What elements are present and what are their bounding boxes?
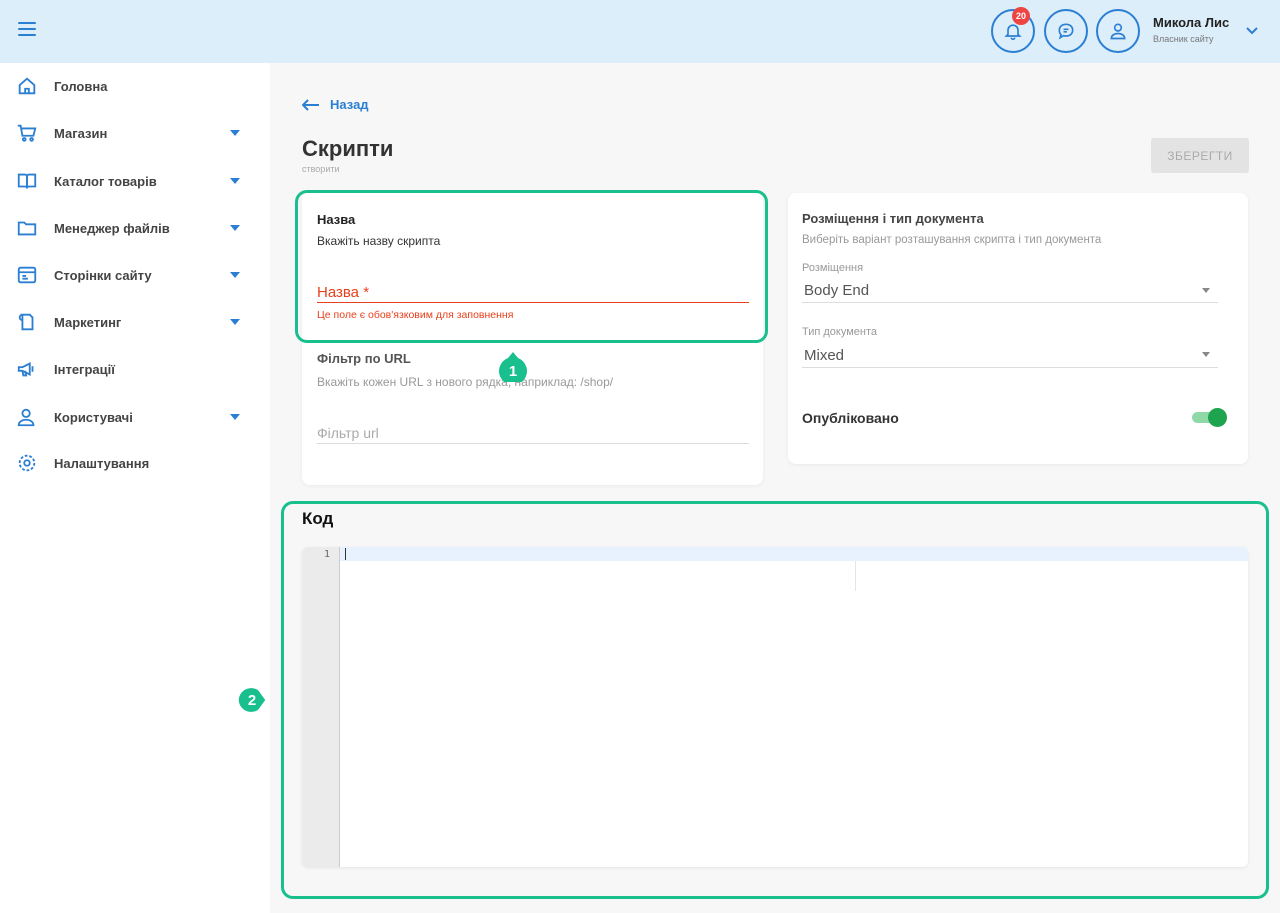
url-filter-input[interactable]: Фільтр url xyxy=(317,425,379,441)
sidebar-item-users[interactable]: Користувачі xyxy=(0,397,270,437)
page-title: Скрипти xyxy=(302,136,394,161)
sidebar-item-label: Магазин xyxy=(54,125,108,141)
user-name: Микола Лис xyxy=(1153,15,1230,30)
caret-down-icon xyxy=(1202,288,1210,293)
pages-icon xyxy=(17,266,37,284)
sidebar-item-label: Сторінки сайту xyxy=(54,267,152,283)
sidebar-item-label: Маркетинг xyxy=(54,314,122,330)
name-input-underline xyxy=(317,302,749,303)
code-editor[interactable]: 1 xyxy=(302,547,1248,867)
arrow-left-icon xyxy=(302,98,319,111)
caret-down-icon xyxy=(230,130,240,136)
sidebar-item-shop[interactable]: Магазин xyxy=(0,113,270,153)
placement-label: Розміщення xyxy=(802,262,864,274)
chevron-down-icon[interactable] xyxy=(1244,24,1260,38)
user-icon xyxy=(1110,23,1126,40)
annotation-marker-1-label: 1 xyxy=(508,362,518,380)
published-label: Опубліковано xyxy=(802,410,899,426)
sidebar-item-file-manager[interactable]: Менеджер файлів xyxy=(0,208,270,248)
caret-down-icon xyxy=(230,272,240,278)
back-label: Назад xyxy=(330,97,369,112)
folder-icon xyxy=(17,221,37,236)
cart-icon xyxy=(17,124,37,142)
name-error: Це поле є обов'язковим для заповнення xyxy=(317,309,514,321)
sidebar-item-label: Інтеграції xyxy=(54,361,115,377)
url-filter-underline xyxy=(317,443,749,444)
name-input[interactable]: Назва * xyxy=(317,284,369,301)
sidebar-item-catalog[interactable]: Каталог товарів xyxy=(0,161,270,201)
published-toggle[interactable] xyxy=(1192,408,1227,427)
sidebar: Головна Магазин Каталог товарів Менеджер… xyxy=(0,63,270,913)
save-button[interactable]: ЗБЕРЕГТИ xyxy=(1151,138,1249,173)
print-margin xyxy=(855,561,856,591)
caret-down-icon xyxy=(230,225,240,231)
caret-down-icon xyxy=(230,178,240,184)
messages-button[interactable] xyxy=(1044,9,1088,53)
sidebar-item-integrations[interactable]: Інтеграції xyxy=(0,349,270,389)
doctype-value: Mixed xyxy=(804,347,845,364)
url-filter-title: Фільтр по URL xyxy=(317,351,411,366)
sidebar-item-label: Головна xyxy=(54,78,108,94)
chat-icon xyxy=(1058,23,1074,40)
name-url-card: Назва Вкажіть назву скрипта Назва * Це п… xyxy=(302,192,763,485)
megaphone-icon xyxy=(17,362,34,377)
users-icon xyxy=(17,408,35,427)
menu-icon[interactable] xyxy=(18,22,36,38)
book-icon xyxy=(17,173,37,189)
sidebar-item-label: Користувачі xyxy=(54,409,133,425)
sidebar-item-marketing[interactable]: Маркетинг xyxy=(0,302,270,342)
sidebar-item-home[interactable]: Головна xyxy=(0,66,270,106)
sidebar-item-site-pages[interactable]: Сторінки сайту xyxy=(0,255,270,295)
placement-description: Виберіть варіант розташування скрипта і … xyxy=(802,234,1102,246)
sidebar-item-label: Каталог товарів xyxy=(54,173,157,189)
marketing-icon xyxy=(18,313,34,331)
notifications-button[interactable]: 20 xyxy=(991,7,1035,53)
caret-down-icon xyxy=(230,414,240,420)
active-line xyxy=(340,547,1248,561)
caret-down-icon xyxy=(1202,352,1210,357)
sidebar-item-label: Менеджер файлів xyxy=(54,220,170,236)
page-subtitle: створити xyxy=(302,164,340,174)
profile-button[interactable] xyxy=(1096,9,1140,53)
caret-down-icon xyxy=(230,319,240,325)
home-icon xyxy=(18,77,36,95)
user-role: Власник сайту xyxy=(1153,34,1214,44)
sidebar-item-label: Налаштування xyxy=(54,455,150,471)
line-number: 1 xyxy=(323,549,330,560)
editor-gutter: 1 xyxy=(302,547,340,867)
notifications-badge: 20 xyxy=(1012,7,1030,25)
doctype-label: Тип документа xyxy=(802,326,878,338)
name-title: Назва xyxy=(317,212,356,227)
back-link[interactable]: Назад xyxy=(302,97,369,112)
name-description: Вкажіть назву скрипта xyxy=(317,234,441,248)
placement-card: Розміщення і тип документа Виберіть варі… xyxy=(788,193,1248,464)
top-bar: 20 Микола Лис Власник сайту xyxy=(0,0,1280,63)
code-title: Код xyxy=(302,509,334,528)
annotation-marker-2-label: 2 xyxy=(247,691,257,709)
sidebar-item-settings[interactable]: Налаштування xyxy=(0,443,270,483)
doctype-underline xyxy=(802,367,1218,368)
settings-icon xyxy=(18,454,36,472)
url-filter-description: Вкажіть кожен URL з нового рядка, наприк… xyxy=(317,375,614,389)
placement-title: Розміщення і тип документа xyxy=(802,211,984,226)
toggle-knob xyxy=(1208,408,1227,427)
placement-value: Body End xyxy=(804,282,870,299)
placement-underline xyxy=(802,302,1218,303)
text-cursor xyxy=(345,548,346,560)
